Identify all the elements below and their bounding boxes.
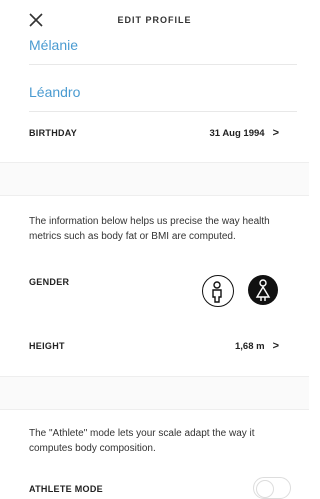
gender-selector xyxy=(202,275,282,309)
athlete-mode-toggle[interactable] xyxy=(253,477,291,499)
chevron-right-icon: > xyxy=(272,340,279,352)
female-icon[interactable] xyxy=(248,275,278,305)
section-separator xyxy=(0,162,309,196)
height-row[interactable]: 1,68 m > xyxy=(235,340,279,352)
birthday-value: 31 Aug 1994 xyxy=(209,128,265,139)
divider xyxy=(29,111,297,112)
height-label: HEIGHT xyxy=(29,341,65,351)
height-value: 1,68 m xyxy=(234,341,265,352)
athlete-info-text: The "Athlete" mode lets your scale adapt… xyxy=(29,428,255,454)
birthday-row[interactable]: 31 Aug 1994 > xyxy=(209,127,279,139)
health-info-text: The information below helps us precise t… xyxy=(29,216,270,242)
first-name-field[interactable]: Mélanie xyxy=(29,37,297,53)
gender-label: GENDER xyxy=(29,277,70,287)
divider xyxy=(29,64,297,65)
male-icon[interactable] xyxy=(202,275,234,307)
chevron-right-icon: > xyxy=(272,127,279,139)
toggle-knob xyxy=(256,480,274,498)
athlete-mode-label: ATHLETE MODE xyxy=(29,484,103,494)
birthday-label: BIRTHDAY xyxy=(29,128,78,138)
page-title: EDIT PROFILE xyxy=(117,15,192,25)
section-separator xyxy=(0,376,309,410)
last-name-field[interactable]: Léandro xyxy=(29,84,297,100)
header: EDIT PROFILE xyxy=(0,0,309,40)
